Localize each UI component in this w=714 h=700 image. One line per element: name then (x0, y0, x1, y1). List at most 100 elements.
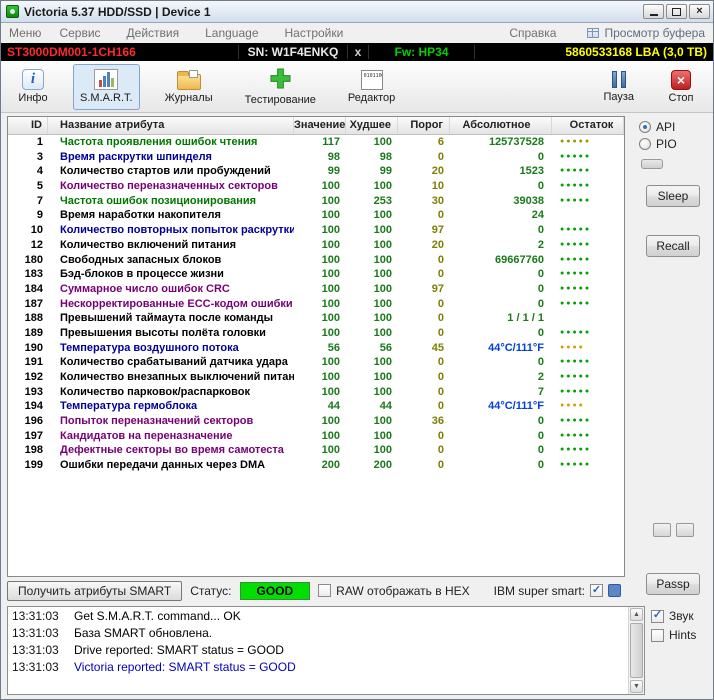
menu-item-3[interactable]: Language (205, 26, 258, 40)
table-row[interactable]: 183 Бэд-блоков в процессе жизни 100 100 0 0 ●●… (8, 267, 624, 282)
menu-item-5[interactable]: Справка (509, 26, 556, 40)
table-row[interactable]: 3 Время раскрутки шпинделя 98 98 0 0 ●●●●● (8, 150, 624, 165)
table-row[interactable]: 197 Кандидатов на переназначение 100 100 0 0 ●… (8, 429, 624, 444)
minimize-button[interactable] (643, 4, 664, 19)
pio-radio-row[interactable]: PIO (639, 137, 677, 151)
col-header-name[interactable]: Название атрибута (48, 117, 294, 134)
testing-button[interactable]: Тестирование (238, 64, 323, 110)
raw-hex-checkbox-row[interactable]: RAW отображать в HEX (318, 584, 470, 598)
table-row[interactable]: 187 Нескорректированные ECC-кодом ошибки 1… (8, 297, 624, 312)
menu-item-2[interactable]: Действия (127, 26, 180, 40)
col-header-id[interactable]: ID (8, 117, 48, 134)
api-radio[interactable] (639, 121, 651, 133)
attr-absolute: 0 (537, 282, 544, 295)
log-time: 13:31:03 (12, 626, 59, 640)
attr-name: Количество срабатываний датчика удара (60, 356, 288, 369)
attr-value: 100 (321, 297, 340, 310)
menu-item-0[interactable]: Меню (9, 26, 41, 40)
table-row[interactable]: 190 Температура воздушного потока 56 56 45 44… (8, 341, 624, 356)
table-row[interactable]: 10 Количество повторных попыток раскрутки… (8, 223, 624, 238)
col-header-value[interactable]: Значение (294, 117, 346, 134)
attr-value: 100 (321, 209, 340, 222)
passp-button[interactable]: Passp (646, 573, 700, 595)
ibm-checkbox[interactable] (590, 584, 603, 597)
table-row[interactable]: 1 Частота проявления ошибок чтения 117 100 6… (8, 135, 624, 150)
health-dots: ●●●● (560, 343, 585, 351)
table-row[interactable]: 5 Количество переназначенных секторов 100 1… (8, 179, 624, 194)
table-row[interactable]: 193 Количество парковок/распарковок 100 100… (8, 385, 624, 400)
window-controls: × (643, 4, 710, 19)
table-row[interactable]: 199 Ошибки передачи данных через DMA 200 20… (8, 458, 624, 473)
attr-id: 184 (24, 282, 43, 295)
table-row[interactable]: 184 Суммарное число ошибок CRC 100 100 97 0 ●●… (8, 282, 624, 297)
maximize-icon (672, 7, 681, 16)
log-scrollbar[interactable]: ▲ ▼ (628, 607, 644, 694)
table-row[interactable]: 191 Количество срабатываний датчика удара… (8, 355, 624, 370)
table-row[interactable]: 194 Температура гермоблока 44 44 0 44°C/111°F… (8, 399, 624, 414)
table-row[interactable]: 9 Время наработки накопителя 100 100 0 24 (8, 208, 624, 223)
table-row[interactable]: 4 Количество стартов или пробуждений 99 99 2… (8, 164, 624, 179)
editor-button[interactable]: Редактор (341, 64, 402, 110)
api-radio-row[interactable]: API (639, 120, 675, 134)
attr-value: 100 (321, 194, 340, 207)
smart-table-body: 1 Частота проявления ошибок чтения 117 100 6… (8, 135, 624, 576)
attr-absolute: 0 (537, 150, 544, 163)
sound-checkbox-row[interactable]: Звук (651, 609, 709, 623)
testing-label: Тестирование (244, 93, 316, 106)
scroll-down-arrow[interactable]: ▼ (630, 680, 643, 693)
attr-name: Ошибки передачи данных через DMA (60, 459, 266, 472)
attr-value: 100 (321, 429, 340, 442)
col-header-worst[interactable]: Худшее (346, 117, 398, 134)
table-row[interactable]: 7 Частота ошибок позиционирования 100 253 30… (8, 194, 624, 209)
raw-hex-checkbox[interactable] (318, 584, 332, 597)
attr-absolute: 24 (531, 209, 544, 222)
attr-name: Превышений таймаута после команды (60, 312, 274, 325)
maximize-button[interactable] (666, 4, 687, 19)
mini-button-right[interactable] (675, 523, 694, 537)
sound-checkbox[interactable] (651, 609, 664, 623)
attr-value: 200 (321, 459, 340, 472)
mini-button-left[interactable] (652, 523, 671, 537)
pio-radio[interactable] (639, 138, 651, 150)
sleep-button[interactable]: Sleep (646, 185, 700, 207)
col-header-health[interactable]: Остаток (552, 117, 624, 134)
info-button[interactable]: i Инфо (11, 64, 55, 110)
table-row[interactable]: 188 Превышений таймаута после команды 100 1… (8, 311, 624, 326)
ibm-label: IBM super smart: (493, 583, 585, 598)
health-dots: ●●●●● (560, 196, 592, 204)
pause-button[interactable]: Пауза (596, 64, 641, 110)
get-smart-button[interactable]: Получить атрибуты SMART (7, 580, 183, 601)
table-row[interactable]: 189 Превышения высоты полёта головки 100 10… (8, 326, 624, 341)
attr-value: 100 (321, 444, 340, 457)
journals-button[interactable]: Журналы (158, 64, 220, 110)
attr-threshold: 0 (437, 326, 444, 339)
attr-value: 100 (321, 268, 340, 281)
scroll-up-arrow[interactable]: ▲ (630, 608, 643, 621)
table-row[interactable]: 198 Дефектные секторы во время самотеста 1… (8, 443, 624, 458)
stop-button[interactable]: × Стоп (659, 64, 703, 110)
attr-absolute: 1 / 1 / 1 (507, 312, 544, 325)
scroll-thumb[interactable] (630, 623, 643, 678)
ibm-indicator[interactable] (608, 584, 621, 597)
recall-button[interactable]: Recall (646, 235, 700, 257)
table-row[interactable]: 12 Количество включений питания 100 100 20 2 ●… (8, 238, 624, 253)
menu-items: Меню Сервис Действия Language Настройки Справ… (9, 26, 582, 40)
table-row[interactable]: 180 Свободных запасных блоков 100 100 0 69667… (8, 253, 624, 268)
attr-id: 10 (30, 224, 43, 237)
buffer-view-button[interactable]: Просмотр буфера (587, 26, 705, 40)
attr-id: 191 (24, 356, 43, 369)
col-header-threshold[interactable]: Порог (398, 117, 450, 134)
device-capacity: 5860533168 LBA (3,0 ТВ) (565, 45, 707, 59)
attr-name: Количество парковок/распарковок (60, 385, 250, 398)
smart-button[interactable]: S.M.A.R.T. (73, 63, 140, 110)
menu-item-4[interactable]: Настройки (285, 26, 344, 40)
table-row[interactable]: 196 Попыток переназначений секторов 100 100… (8, 414, 624, 429)
menu-item-1[interactable]: Сервис (59, 26, 100, 40)
table-row[interactable]: 192 Количество внезапных выключений питан… (8, 370, 624, 385)
hints-checkbox-row[interactable]: Hints (651, 628, 709, 642)
attr-name: Нескорректированные ECC-кодом ошибки (60, 297, 293, 310)
hints-checkbox[interactable] (651, 628, 664, 642)
attr-value: 100 (321, 415, 340, 428)
close-button[interactable]: × (689, 4, 710, 19)
col-header-absolute[interactable]: Абсолютное (450, 117, 552, 134)
